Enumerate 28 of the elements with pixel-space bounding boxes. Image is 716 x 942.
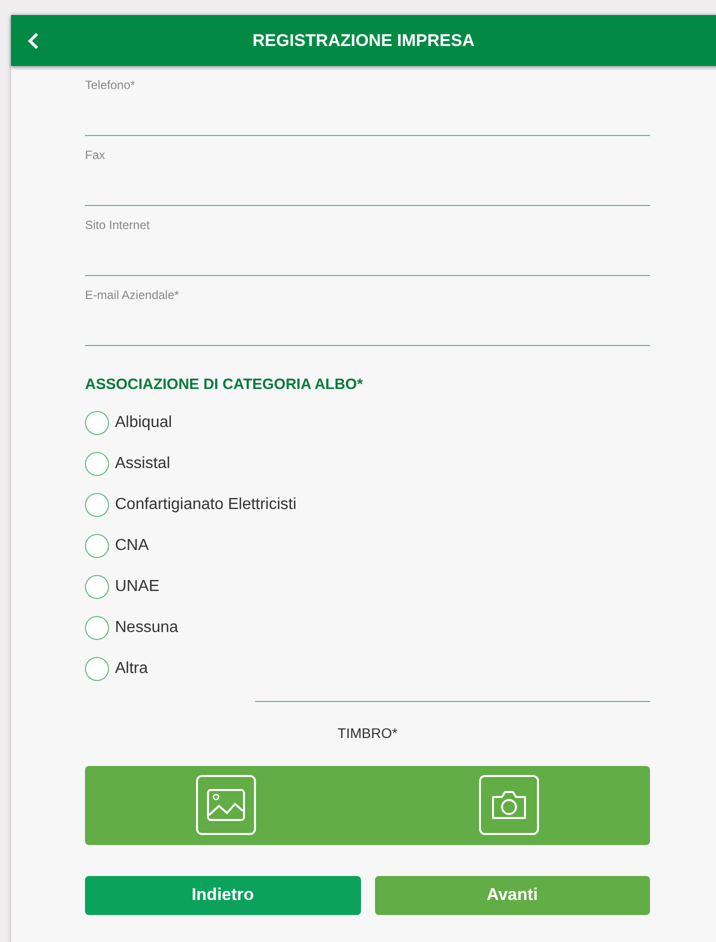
window-title: REGISTRAZIONE IMPRESA — [252, 30, 476, 52]
section-heading: ASSOCIAZIONE DI CATEGORIA ALBO* — [85, 375, 364, 395]
radio-button[interactable] — [85, 452, 109, 476]
back-icon[interactable] — [27, 32, 39, 50]
radio-label: Altra — [115, 659, 148, 679]
back-button[interactable]: Indietro — [85, 876, 360, 914]
radio-button[interactable] — [85, 493, 109, 517]
radio-label: Albiqual — [115, 413, 172, 433]
radio-button[interactable] — [85, 616, 109, 640]
field-label: Sito Internet — [85, 217, 151, 234]
next-button[interactable]: Avanti — [374, 876, 650, 914]
image-icon — [207, 789, 246, 821]
radio-button[interactable] — [85, 575, 109, 599]
stamp-label: TIMBRO* — [336, 724, 398, 742]
radio-label: Confartigianato Elettricisti — [115, 495, 296, 515]
radio-label: CNA — [115, 536, 149, 556]
radio-button[interactable] — [85, 534, 109, 558]
field-label: Telefono* — [85, 77, 136, 94]
radio-label: UNAE — [115, 577, 160, 597]
radio-label: Nessuna — [115, 618, 178, 638]
field-label: E-mail Aziendale* — [85, 287, 180, 304]
radio-label: Assistal — [115, 454, 170, 474]
camera-button[interactable] — [478, 775, 539, 835]
radio-button[interactable] — [85, 657, 109, 681]
gallery-button[interactable] — [196, 775, 256, 835]
camera-icon — [490, 790, 528, 820]
field-label: Fax — [85, 147, 106, 164]
radio-button[interactable] — [85, 411, 109, 435]
